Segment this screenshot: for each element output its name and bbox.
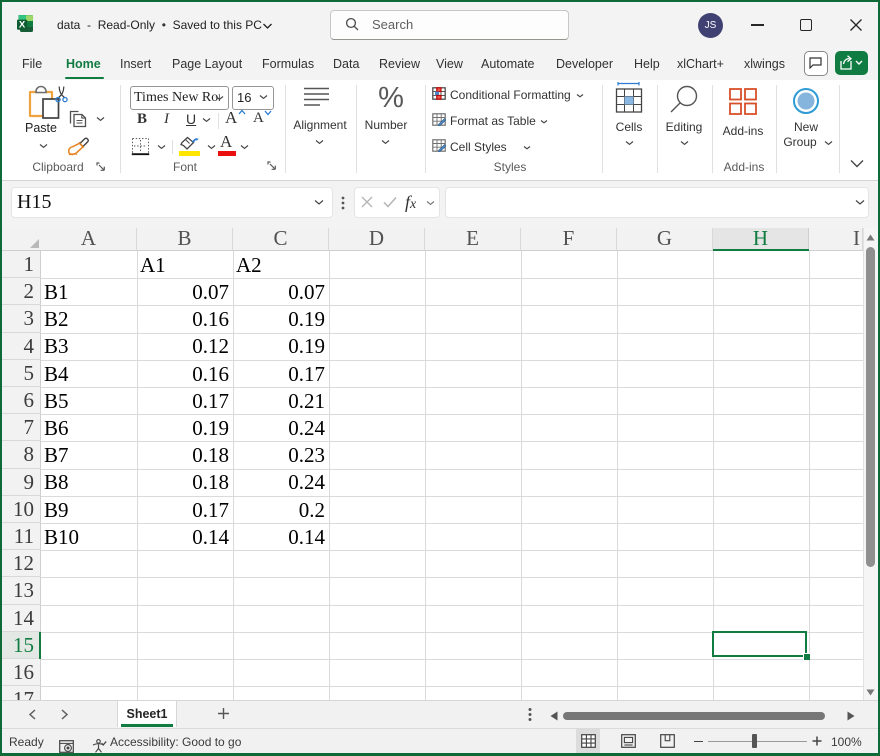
svg-text:X: X bbox=[19, 20, 26, 31]
